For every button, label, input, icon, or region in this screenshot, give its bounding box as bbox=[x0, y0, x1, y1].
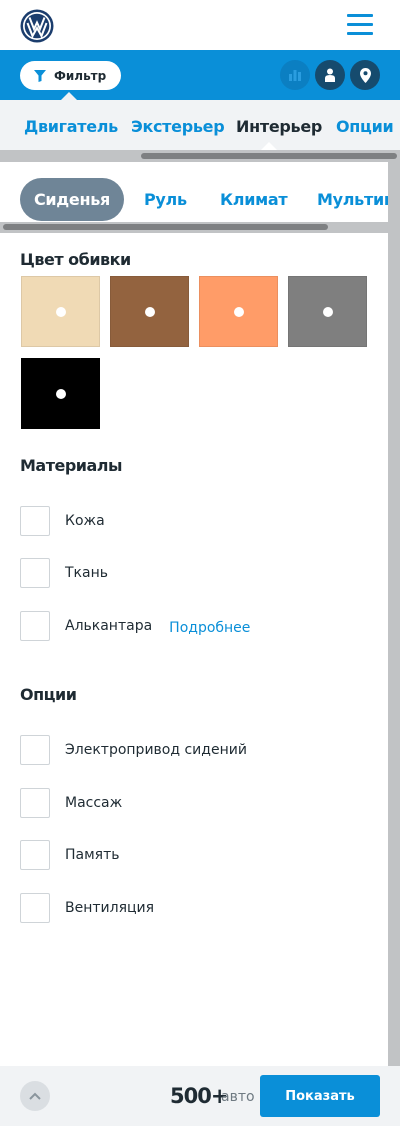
checkbox-leather[interactable] bbox=[20, 506, 50, 536]
color-swatch-black[interactable] bbox=[21, 358, 100, 429]
color-swatch-gray[interactable] bbox=[288, 276, 367, 347]
color-swatch-brown[interactable] bbox=[110, 276, 189, 347]
alcantara-more-link[interactable]: Подробнее bbox=[169, 620, 250, 636]
tab-engine[interactable]: Двигатель bbox=[24, 117, 118, 136]
option-memory: Память bbox=[20, 840, 120, 870]
funnel-icon bbox=[34, 69, 46, 82]
subtab-seats[interactable]: Сиденья bbox=[20, 178, 124, 221]
tab-options[interactable]: Опции bbox=[336, 117, 394, 136]
results-unit: авто bbox=[221, 1089, 255, 1105]
material-option-fabric: Ткань bbox=[20, 558, 108, 588]
scroll-up-button[interactable] bbox=[20, 1081, 50, 1111]
location-button[interactable] bbox=[350, 60, 380, 90]
tabs-scrollbar[interactable] bbox=[0, 150, 400, 162]
swatch-dot bbox=[55, 388, 66, 399]
subtabs: Сиденья Руль Климат Мультимедиа bbox=[0, 178, 388, 222]
panel-vertical-scrollbar[interactable] bbox=[388, 162, 400, 1066]
check-label: Вентиляция bbox=[65, 900, 155, 916]
vw-logo-icon[interactable] bbox=[20, 9, 54, 43]
checkbox-massage[interactable] bbox=[20, 788, 50, 818]
check-label: Электропривод сидений bbox=[65, 742, 247, 758]
checkbox-alcantara[interactable] bbox=[20, 611, 50, 641]
main-tabs: Двигатель Экстерьер Интерьер Опции bbox=[0, 100, 400, 150]
check-label: Алькантара bbox=[65, 618, 153, 634]
check-label: Ткань bbox=[65, 565, 108, 581]
checkbox-memory[interactable] bbox=[20, 840, 50, 870]
filter-label: Фильтр bbox=[54, 68, 107, 83]
chevron-up-icon bbox=[29, 1092, 41, 1100]
swatch-dot bbox=[144, 306, 155, 317]
filter-button[interactable]: Фильтр bbox=[20, 61, 121, 90]
checkbox-fabric[interactable] bbox=[20, 558, 50, 588]
check-label: Массаж bbox=[65, 795, 123, 811]
material-option-leather: Кожа bbox=[20, 506, 105, 536]
results-bar: 500+ авто Показать bbox=[0, 1066, 400, 1126]
upholstery-title: Цвет обивки bbox=[20, 250, 131, 269]
subtab-steering[interactable]: Руль bbox=[144, 178, 187, 221]
materials-title: Материалы bbox=[20, 456, 123, 475]
location-pin-icon bbox=[359, 67, 371, 83]
options-title: Опции bbox=[20, 685, 77, 704]
subtab-multimedia[interactable]: Мультимедиа bbox=[317, 178, 388, 221]
color-swatch-beige[interactable] bbox=[21, 276, 100, 347]
check-label: Память bbox=[65, 847, 120, 863]
swatch-dot bbox=[233, 306, 244, 317]
filter-bar: Фильтр bbox=[0, 50, 400, 100]
swatch-dot bbox=[55, 306, 66, 317]
tab-interior[interactable]: Интерьер bbox=[236, 117, 322, 136]
filter-caret bbox=[61, 92, 77, 100]
account-button[interactable] bbox=[315, 60, 345, 90]
hamburger-menu-icon[interactable] bbox=[347, 14, 373, 36]
tab-exterior[interactable]: Экстерьер bbox=[131, 117, 225, 136]
user-icon bbox=[325, 68, 335, 82]
subtab-climate[interactable]: Климат bbox=[220, 178, 288, 221]
tab-active-caret bbox=[261, 142, 277, 150]
swatch-dot bbox=[322, 306, 333, 317]
subtabs-scrollbar[interactable] bbox=[0, 222, 388, 233]
results-count: 500+ bbox=[170, 1084, 228, 1108]
checkbox-ventilation[interactable] bbox=[20, 893, 50, 923]
show-results-button[interactable]: Показать bbox=[260, 1075, 380, 1117]
option-power-seats: Электропривод сидений bbox=[20, 735, 247, 765]
top-header bbox=[0, 0, 400, 50]
material-option-alcantara: Алькантара Подробнее bbox=[20, 611, 250, 641]
color-swatch-orange[interactable] bbox=[199, 276, 278, 347]
option-ventilation: Вентиляция bbox=[20, 893, 154, 923]
bar-chart-icon bbox=[289, 70, 301, 81]
compare-button[interactable] bbox=[280, 60, 310, 90]
option-massage: Массаж bbox=[20, 788, 122, 818]
checkbox-power-seats[interactable] bbox=[20, 735, 50, 765]
tabs-scrollbar-thumb[interactable] bbox=[141, 153, 397, 159]
subtabs-scrollbar-thumb[interactable] bbox=[3, 224, 328, 230]
check-label: Кожа bbox=[65, 513, 105, 529]
